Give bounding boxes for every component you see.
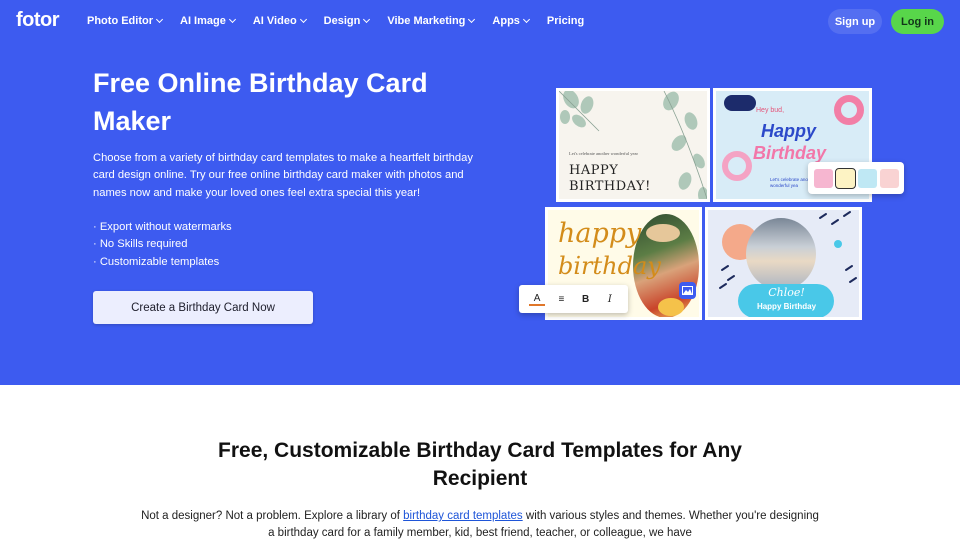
feature-item: · Export without watermarks bbox=[93, 221, 232, 233]
color-swatch[interactable] bbox=[880, 168, 899, 188]
chevron-down-icon bbox=[522, 15, 530, 24]
image-icon[interactable] bbox=[679, 282, 696, 299]
feature-item: · No Skills required bbox=[93, 238, 188, 251]
align-button[interactable]: ≡ bbox=[553, 294, 569, 305]
top-nav: fotor Photo Editor AI Image AI Video Des… bbox=[0, 0, 960, 42]
feature-list: · Export without watermarks · No Skills … bbox=[93, 219, 232, 271]
nav-vibe-marketing[interactable]: Vibe Marketing bbox=[387, 15, 476, 27]
chevron-down-icon bbox=[155, 15, 164, 24]
card-title: HAPPY BIRTHDAY! bbox=[569, 163, 651, 194]
chevron-down-icon bbox=[228, 15, 236, 24]
card-name: Chloe! bbox=[768, 286, 805, 299]
text-format-toolbar: A ≡ B I bbox=[519, 285, 628, 313]
fotor-logo[interactable]: fotor bbox=[16, 9, 60, 32]
page-title: Free Online Birthday Card Maker bbox=[93, 68, 428, 136]
chevron-down-icon bbox=[363, 15, 371, 24]
nav-design[interactable]: Design bbox=[324, 15, 371, 27]
card-tag: Happy Birthday bbox=[756, 302, 817, 311]
chevron-down-icon bbox=[468, 15, 476, 24]
card-title-happy: Happy bbox=[761, 121, 817, 141]
card-greeting: Hey bud, bbox=[756, 107, 785, 114]
color-swatch[interactable] bbox=[814, 168, 833, 188]
bold-button[interactable]: B bbox=[578, 294, 594, 305]
color-swatch-picker bbox=[808, 162, 904, 194]
color-swatch[interactable] bbox=[835, 167, 856, 189]
section-title: Free, Customizable Birthday Card Templat… bbox=[218, 439, 742, 490]
card-title-birthday: birthday bbox=[558, 252, 661, 280]
create-card-button[interactable]: Create a Birthday Card Now bbox=[93, 291, 313, 324]
card-subtitle: Let's celebrate anot wonderful yea bbox=[770, 177, 810, 188]
section-description: Not a designer? Not a problem. Explore a… bbox=[141, 510, 819, 539]
chevron-down-icon bbox=[299, 15, 307, 24]
main-menu: Photo Editor AI Image AI Video Design Vi… bbox=[87, 15, 602, 27]
nav-ai-video[interactable]: AI Video bbox=[253, 15, 307, 27]
card-title-birthday: Birthday bbox=[753, 143, 827, 163]
sign-up-button[interactable]: Sign up bbox=[828, 9, 882, 34]
nav-apps[interactable]: Apps bbox=[492, 15, 530, 27]
template-card-name[interactable]: Chloe! Happy Birthday bbox=[705, 207, 862, 320]
text-color-button[interactable]: A bbox=[529, 293, 546, 306]
card-title-happy: happy bbox=[558, 218, 642, 249]
nav-pricing[interactable]: Pricing bbox=[547, 15, 584, 27]
birthday-templates-link[interactable]: birthday card templates bbox=[403, 510, 523, 522]
log-in-button[interactable]: Log in bbox=[891, 9, 944, 34]
feature-item: · Customizable templates bbox=[93, 255, 220, 268]
nav-photo-editor[interactable]: Photo Editor bbox=[87, 15, 164, 27]
portrait-photo bbox=[746, 218, 816, 290]
flamingo-decoration bbox=[722, 151, 752, 181]
color-swatch[interactable] bbox=[858, 168, 877, 188]
pool-float-decoration bbox=[834, 95, 864, 125]
card-subtitle: Let's celebrate another wonderful year bbox=[569, 151, 639, 156]
hat-decoration bbox=[646, 224, 680, 242]
swimmer-decoration bbox=[724, 95, 756, 111]
nav-ai-image[interactable]: AI Image bbox=[180, 15, 236, 27]
hero-description: Choose from a variety of birthday card t… bbox=[93, 152, 473, 199]
flower-decoration bbox=[658, 298, 684, 316]
template-card-eucalyptus[interactable]: Let's celebrate another wonderful year H… bbox=[556, 88, 710, 202]
italic-button[interactable]: I bbox=[602, 294, 618, 305]
